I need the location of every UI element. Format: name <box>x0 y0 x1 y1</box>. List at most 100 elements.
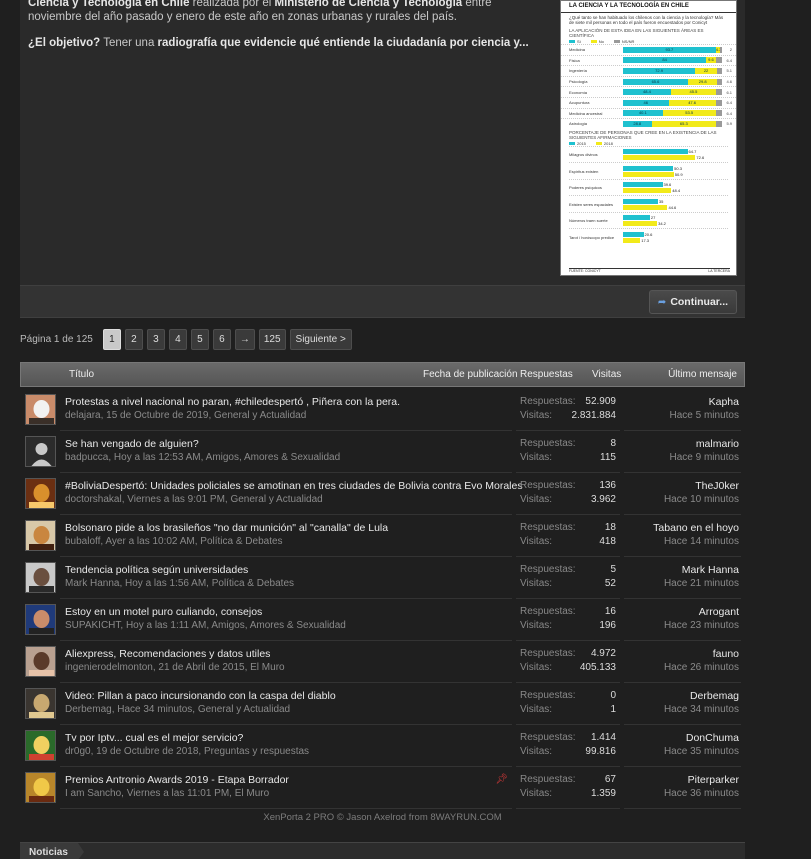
avatar[interactable] <box>25 772 56 803</box>
infographic-belief-bars: Milagros divinos 64.7 72.6 Espíritus existe… <box>561 145 736 245</box>
infographic-footer: FUENTE: CONICYT LA TERCERA <box>569 268 730 273</box>
avatar[interactable] <box>25 562 56 593</box>
row-label: Medicina <box>569 47 586 53</box>
belief-bar-2015: 35 <box>623 198 728 204</box>
avatar[interactable] <box>25 520 56 551</box>
last-post-time[interactable]: Hace 23 minutos <box>664 620 739 631</box>
last-poster-link[interactable]: Derbemag <box>690 690 739 702</box>
thread-title-link[interactable]: Aliexpress, Recomendaciones y datos util… <box>65 648 270 660</box>
belief-bars: 27 34.2 <box>623 215 728 226</box>
bar-no: 9.6 <box>706 57 716 64</box>
header-title[interactable]: Título <box>69 369 94 380</box>
belief-label: Milagros divinos <box>569 152 598 157</box>
thread-title-link[interactable]: Protestas a nivel nacional no paran, #ch… <box>65 396 400 408</box>
last-post-time[interactable]: Hace 36 minutos <box>664 788 739 799</box>
article-bold-text[interactable]: radiografía que evidencie qué entiende l… <box>158 37 529 49</box>
thread-row: Bolsonaro pide a los brasileños "no dar … <box>20 515 745 557</box>
page-link-4[interactable]: 4 <box>168 328 187 350</box>
avatar[interactable] <box>25 604 56 635</box>
nsnr-value: 4.6 <box>726 79 732 85</box>
bar-yes: 46 <box>623 99 669 106</box>
article-bold-text: ¿El objetivo? <box>28 37 101 49</box>
last-poster-link[interactable]: Mark Hanna <box>682 564 739 576</box>
thread-title-link[interactable]: Bolsonaro pide a los brasileños "no dar … <box>65 522 388 534</box>
last-poster-link[interactable]: DonChuma <box>686 732 739 744</box>
thread-title-link[interactable]: Tv por Iptv... cual es el mejor servicio… <box>65 732 243 744</box>
infographic-row: Psicología 65.6 29.8 4.6 <box>561 75 736 87</box>
last-post-time[interactable]: Hace 35 minutos <box>664 746 739 757</box>
belief-bars: 35 44.6 <box>623 198 728 210</box>
avatar[interactable] <box>25 478 56 509</box>
thread-title-link[interactable]: Video: Pillan a paco incursionando con l… <box>65 690 336 702</box>
tab-news[interactable]: Noticias <box>20 843 84 859</box>
last-poster-link[interactable]: TheJ0ker <box>695 480 739 492</box>
bar-yes: 40.1 <box>623 110 663 117</box>
page-link-5[interactable]: 5 <box>190 328 209 350</box>
article-panel: Ciencia y Tecnología en Chile realizada … <box>20 0 560 285</box>
avatar[interactable] <box>25 436 56 467</box>
last-post-time[interactable]: Hace 9 minutos <box>670 452 739 463</box>
last-post-time[interactable]: Hace 21 minutos <box>664 578 739 589</box>
thread-meta: delajara, 15 de Octubre de 2019, General… <box>65 410 307 421</box>
header-views[interactable]: Visitas <box>592 369 621 380</box>
header-last-message[interactable]: Último mensaje <box>668 369 737 380</box>
replies-stat: Respuestas: 16 <box>520 606 616 617</box>
last-poster-link[interactable]: Tabano en el hoyo <box>653 522 739 534</box>
next-page-button[interactable]: Siguiente > <box>289 328 352 350</box>
page-jump-arrow[interactable]: → <box>234 328 255 350</box>
page-link-2[interactable]: 2 <box>124 328 143 350</box>
last-poster-link[interactable]: Piterparker <box>688 774 739 786</box>
thread-title-link[interactable]: Tendencia política según universidades <box>65 564 248 576</box>
thread-title-link[interactable]: #BoliviaDespertó: Unidades policiales se… <box>65 480 523 492</box>
infographic-brand: LA TERCERA <box>708 269 730 273</box>
infographic-stacked-bars: Medicina 93.7 4.3 2 Física 84 9.6 6.4 Ingeniería… <box>561 44 736 129</box>
thread-meta: I am Sancho, Viernes a las 11:01 PM, El … <box>65 788 270 799</box>
thread-title-link[interactable]: Premios Antronio Awards 2019 - Etapa Bor… <box>65 774 289 786</box>
thread-stats: Respuestas: 16 Visitas: 196 <box>516 599 620 641</box>
thread-meta: dr0g0, 19 de Octubre de 2018, Preguntas … <box>65 746 310 757</box>
infographic-source: FUENTE: CONICYT <box>569 269 601 273</box>
thread-meta: doctorshakal, Viernes a las 9:01 PM, Gen… <box>65 494 323 505</box>
article-paragraph-1: Ciencia y Tecnología en Chile realizada … <box>28 0 538 24</box>
last-post-time[interactable]: Hace 26 minutos <box>664 662 739 673</box>
avatar[interactable] <box>25 730 56 761</box>
avatar[interactable] <box>25 394 56 425</box>
thread-row: Tv por Iptv... cual es el mejor servicio… <box>20 725 745 767</box>
infographic-image[interactable]: LA CIENCIA Y LA TECNOLOGÍA EN CHILE ¿Qué… <box>560 0 737 276</box>
thread-title-link[interactable]: Estoy en un motel puro culiando, consejo… <box>65 606 262 618</box>
stacked-bar: 28.8 65.3 <box>623 120 722 127</box>
thread-title-link[interactable]: Se han vengado de alguien? <box>65 438 199 450</box>
last-post-time[interactable]: Hace 10 minutos <box>664 494 739 505</box>
thread-table-header: Título Fecha de publicación Respuestas V… <box>20 362 745 387</box>
header-date[interactable]: Fecha de publicación <box>423 369 518 380</box>
continue-button[interactable]: ➦ Continuar... <box>649 290 737 314</box>
infographic-question: ¿Qué tanto se han habituado los chilenos… <box>569 15 724 25</box>
last-post-time[interactable]: Hace 34 minutos <box>664 704 739 715</box>
footer-credit[interactable]: XenPorta 2 PRO © Jason Axelrod from 8WAY… <box>20 812 745 823</box>
last-poster-link[interactable]: malmario <box>696 438 739 450</box>
last-poster-link[interactable]: Arrogant <box>699 606 739 618</box>
last-poster-link[interactable]: Kapha <box>709 396 739 408</box>
thread-stats: Respuestas: 136 Visitas: 3.962 <box>516 473 620 515</box>
header-replies[interactable]: Respuestas <box>520 369 573 380</box>
page-link-3[interactable]: 3 <box>146 328 165 350</box>
belief-bars: 50.3 50.9 <box>623 165 728 177</box>
views-stat: Visitas: 3.962 <box>520 494 616 505</box>
last-poster-link[interactable]: fauno <box>713 648 739 660</box>
page-link-last[interactable]: 125 <box>258 328 286 350</box>
replies-stat: Respuestas: 5 <box>520 564 616 575</box>
thread-main: Estoy en un motel puro culiando, consejo… <box>60 599 512 641</box>
row-label: Medicina ancestral <box>569 110 603 116</box>
belief-row: Espíritus existen 50.3 50.9 <box>569 162 728 179</box>
last-post-time[interactable]: Hace 14 minutos <box>664 536 739 547</box>
page-link-1[interactable]: 1 <box>102 328 121 350</box>
avatar[interactable] <box>25 646 56 677</box>
last-post-time[interactable]: Hace 5 minutos <box>670 410 739 421</box>
belief-bar-2015: 20.6 <box>623 231 728 237</box>
page-link-6[interactable]: 6 <box>212 328 231 350</box>
belief-bar-2018: 72.6 <box>623 155 728 160</box>
replies-stat: Respuestas: 52.909 <box>520 396 616 407</box>
legend-entry: 2015 <box>569 141 586 146</box>
avatar[interactable] <box>25 688 56 719</box>
infographic-row: Física 84 9.6 6.4 <box>561 54 736 66</box>
